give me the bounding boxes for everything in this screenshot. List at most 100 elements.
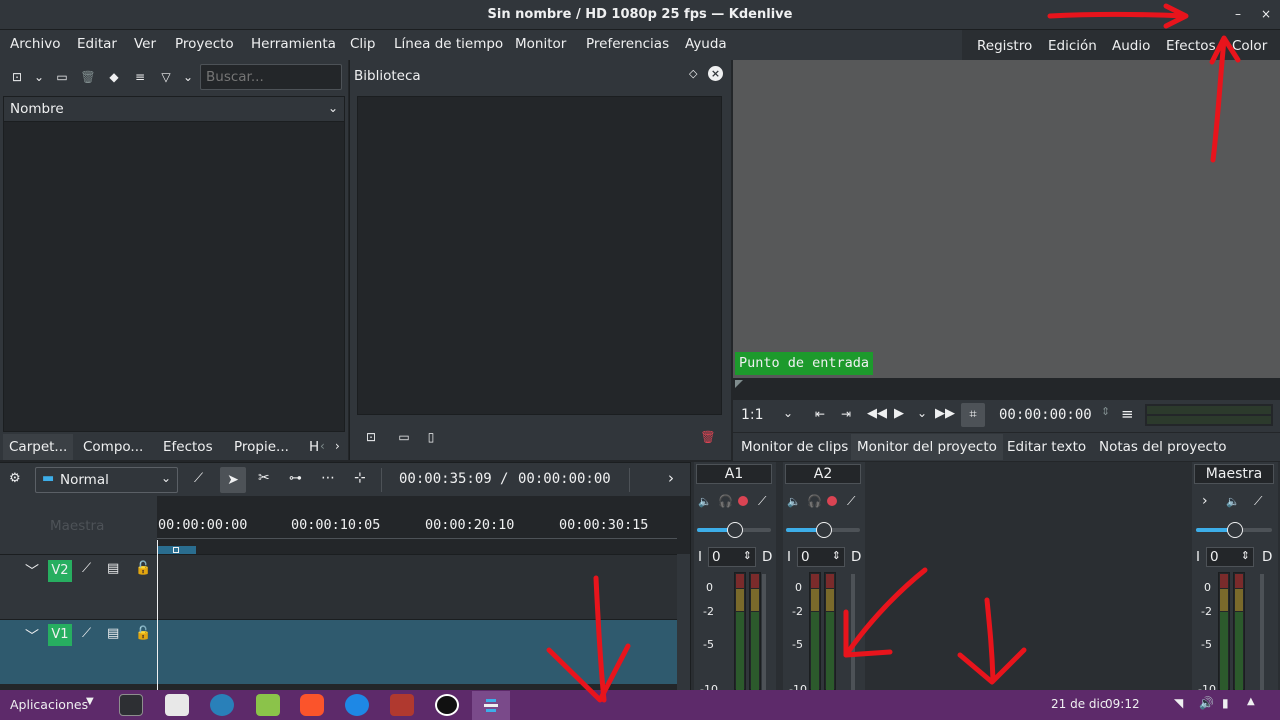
play-options-chevron-icon[interactable]: ⌄	[917, 406, 927, 420]
tab-monitor-clips[interactable]: Monitor de clips	[735, 434, 854, 460]
bin-column-header[interactable]: Nombre ⌄	[4, 97, 344, 122]
monitor-display[interactable]	[733, 60, 1280, 378]
file-manager-icon[interactable]	[256, 694, 280, 716]
trash-icon[interactable]: 🗑	[80, 69, 96, 85]
track-lock-v2-icon[interactable]: 🔓	[135, 561, 151, 576]
tab-composiciones[interactable]: Compo...	[77, 434, 149, 460]
brave-browser-icon[interactable]	[300, 694, 324, 716]
selection-tool-icon[interactable]: ➤	[220, 467, 246, 493]
gain-input-a2[interactable]: 0 ⇕	[797, 547, 845, 567]
mute-master-icon[interactable]: 🔈	[1226, 495, 1240, 508]
balance-knob-a2[interactable]	[816, 522, 832, 538]
solo-a2-icon[interactable]: 🎧	[807, 494, 822, 508]
play-icon[interactable]: ▶	[894, 406, 904, 421]
software-center-icon[interactable]	[165, 694, 189, 716]
tag-icon[interactable]: ◆	[106, 69, 122, 85]
folder-app-icon[interactable]	[390, 694, 414, 716]
set-in-point-icon[interactable]: ⇤	[815, 407, 825, 421]
ripple-tool-icon[interactable]: ⋯	[321, 470, 335, 486]
close-panel-icon[interactable]: ×	[708, 66, 723, 81]
timeline-ruler[interactable]: 00:00:00:00 00:00:10:05 00:00:20:10 00:0…	[157, 496, 677, 554]
balance-knob-master[interactable]	[1227, 522, 1243, 538]
layout-edicion[interactable]: Edición	[1048, 38, 1097, 54]
library-bookmark-icon[interactable]: ▯	[424, 429, 438, 445]
layout-efectos[interactable]: Efectos	[1166, 38, 1216, 54]
track-name-v1[interactable]: V1	[48, 624, 72, 646]
balance-slider-a2[interactable]	[786, 522, 860, 538]
bin-list[interactable]	[3, 96, 345, 432]
effects-master-icon[interactable]: ⟋	[1254, 494, 1262, 509]
timeline-scrollbar[interactable]	[677, 554, 690, 690]
timeline-settings-icon[interactable]: ⚙	[9, 471, 21, 486]
minimize-button[interactable]: –	[1230, 6, 1246, 22]
add-clip-icon[interactable]: ⊡	[10, 69, 24, 85]
column-chevron-icon[interactable]: ⌄	[328, 101, 338, 115]
menu-linea-tiempo[interactable]: Línea de tiempo	[394, 36, 503, 52]
volume-fader-master[interactable]	[1260, 574, 1264, 690]
volume-fader-a1[interactable]	[762, 574, 766, 690]
tab-notas-proyecto[interactable]: Notas del proyecto	[1093, 434, 1233, 460]
menu-archivo[interactable]: Archivo	[10, 36, 60, 52]
balance-slider-a1[interactable]	[697, 522, 771, 538]
menu-clip[interactable]: Clip	[350, 36, 376, 52]
solo-a1-icon[interactable]: 🎧	[718, 494, 733, 508]
menu-herramienta[interactable]: Herramienta	[251, 36, 336, 52]
razor-tool-icon[interactable]: ✂	[258, 470, 270, 486]
gain-input-a1[interactable]: 0 ⇕	[708, 547, 756, 567]
menu-monitor[interactable]: Monitor	[515, 36, 566, 52]
thunderbird-icon[interactable]	[345, 694, 369, 716]
track-effects-v2-icon[interactable]: ⟋	[82, 561, 91, 576]
applications-chevron-icon[interactable]: ▼	[86, 696, 94, 707]
layout-registro[interactable]: Registro	[977, 38, 1032, 54]
battery-icon[interactable]: ▮	[1222, 696, 1229, 710]
magic-tool-icon[interactable]: ⟋	[194, 471, 203, 486]
filter-icon[interactable]: ▽	[158, 69, 174, 85]
collapse-v1-icon[interactable]: ﹀	[25, 626, 39, 646]
toolbar-expand-icon[interactable]: ›	[668, 469, 674, 487]
track-video-v1-icon[interactable]: ▤	[107, 626, 119, 641]
track-header-v2[interactable]: ﹀ V2 ⟋ ▤ 🔓	[0, 554, 157, 619]
zone-handle-icon[interactable]	[173, 547, 179, 553]
library-folder-icon[interactable]: ▭	[396, 429, 412, 445]
effects-a2-icon[interactable]: ⟋	[847, 494, 855, 509]
gain-spinner-a2-icon[interactable]: ⇕	[832, 549, 841, 562]
tray-expand-icon[interactable]: ▲	[1247, 696, 1255, 707]
list-view-icon[interactable]: ≡	[132, 69, 148, 85]
track-name-v2[interactable]: V2	[48, 560, 72, 582]
menu-proyecto[interactable]: Proyecto	[175, 36, 234, 52]
gain-spinner-a1-icon[interactable]: ⇕	[743, 549, 752, 562]
close-button[interactable]: ×	[1258, 6, 1274, 22]
tab-editar-texto[interactable]: Editar texto	[1001, 434, 1092, 460]
zoom-chevron-icon[interactable]: ⌄	[783, 406, 793, 420]
tab-propiedades[interactable]: Propie...	[228, 434, 295, 460]
timeline-position[interactable]: 00:00:35:09	[399, 471, 492, 487]
obs-studio-icon[interactable]	[435, 694, 459, 716]
layout-audio[interactable]: Audio	[1112, 38, 1150, 54]
menu-editar[interactable]: Editar	[77, 36, 117, 52]
timecode-spinner-icon[interactable]: ⇕	[1101, 405, 1110, 418]
volume-fader-a2[interactable]	[851, 574, 855, 690]
screenshot-tool-icon[interactable]	[210, 694, 234, 716]
library-delete-icon[interactable]: 🗑	[700, 429, 716, 445]
add-to-library-icon[interactable]: ⊡	[364, 429, 378, 445]
set-out-point-icon[interactable]: ⇥	[841, 407, 851, 421]
taskbar-time[interactable]: 09:12	[1105, 697, 1140, 711]
playhead[interactable]	[157, 540, 158, 690]
gain-spinner-master-icon[interactable]: ⇕	[1241, 549, 1250, 562]
rewind-icon[interactable]: ◀◀	[867, 406, 887, 421]
new-folder-icon[interactable]: ▭	[54, 69, 70, 85]
layout-color[interactable]: Color	[1232, 38, 1267, 54]
filter-chevron-icon[interactable]: ⌄	[180, 69, 196, 85]
track-lock-v1-icon[interactable]: 🔓	[135, 626, 151, 641]
track-lane-v2[interactable]	[157, 554, 677, 619]
slip-tool-icon[interactable]: ⊹	[354, 470, 366, 486]
track-video-v2-icon[interactable]: ▤	[107, 561, 119, 576]
track-lane-v1[interactable]	[157, 619, 677, 684]
monitor-menu-icon[interactable]: ≡	[1121, 405, 1134, 423]
taskbar-date[interactable]: 21 de dic	[1051, 697, 1106, 711]
menu-ayuda[interactable]: Ayuda	[685, 36, 727, 52]
menu-ver[interactable]: Ver	[134, 36, 156, 52]
library-list[interactable]	[357, 96, 722, 415]
menu-preferencias[interactable]: Preferencias	[586, 36, 669, 52]
tab-monitor-proyecto[interactable]: Monitor del proyecto	[851, 434, 1003, 460]
